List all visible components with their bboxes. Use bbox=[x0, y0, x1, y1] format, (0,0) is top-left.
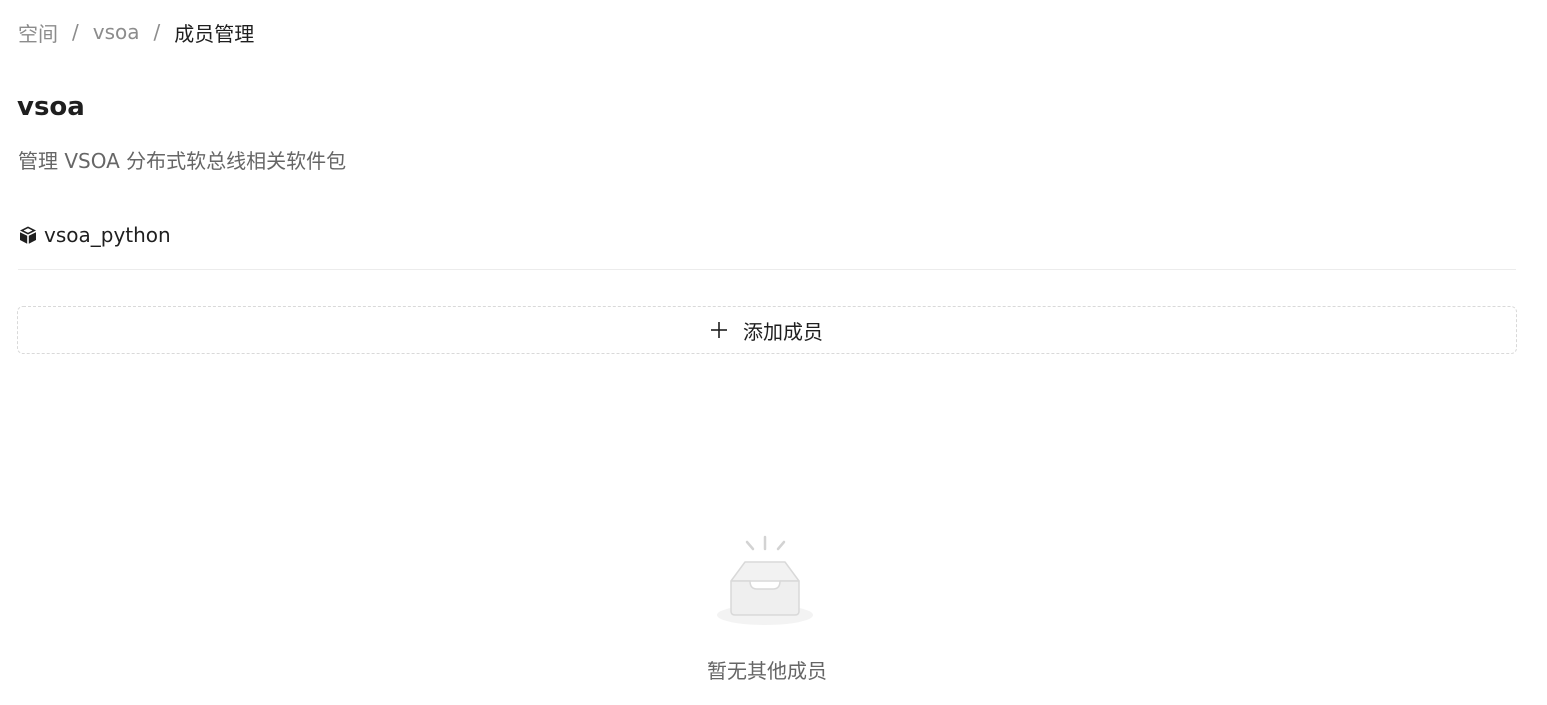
empty-state: 暂无其他成员 bbox=[0, 535, 1534, 684]
add-member-label: 添加成员 bbox=[743, 319, 823, 344]
plus-icon bbox=[711, 322, 727, 338]
page-description: 管理 VSOA 分布式软总线相关软件包 bbox=[18, 149, 347, 173]
empty-state-text: 暂无其他成员 bbox=[707, 659, 827, 683]
package-item[interactable]: vsoa_python bbox=[18, 220, 171, 250]
package-list: vsoa_python bbox=[18, 220, 1516, 270]
add-member-button[interactable]: 添加成员 bbox=[17, 306, 1517, 354]
package-name: vsoa_python bbox=[44, 223, 171, 247]
breadcrumb-current: 成员管理 bbox=[174, 21, 255, 46]
breadcrumb-separator: / bbox=[153, 20, 161, 44]
empty-inbox-icon bbox=[717, 535, 817, 627]
package-cube-icon bbox=[18, 225, 38, 245]
breadcrumb: 空间 / vsoa / 成员管理 bbox=[18, 18, 254, 46]
member-management-page: 空间 / vsoa / 成员管理 vsoa 管理 VSOA 分布式软总线相关软件… bbox=[0, 0, 1547, 705]
breadcrumb-item-vsoa[interactable]: vsoa bbox=[93, 20, 140, 44]
breadcrumb-item-space[interactable]: 空间 bbox=[18, 18, 58, 47]
page-title: vsoa bbox=[17, 92, 85, 122]
breadcrumb-separator: / bbox=[72, 20, 79, 44]
